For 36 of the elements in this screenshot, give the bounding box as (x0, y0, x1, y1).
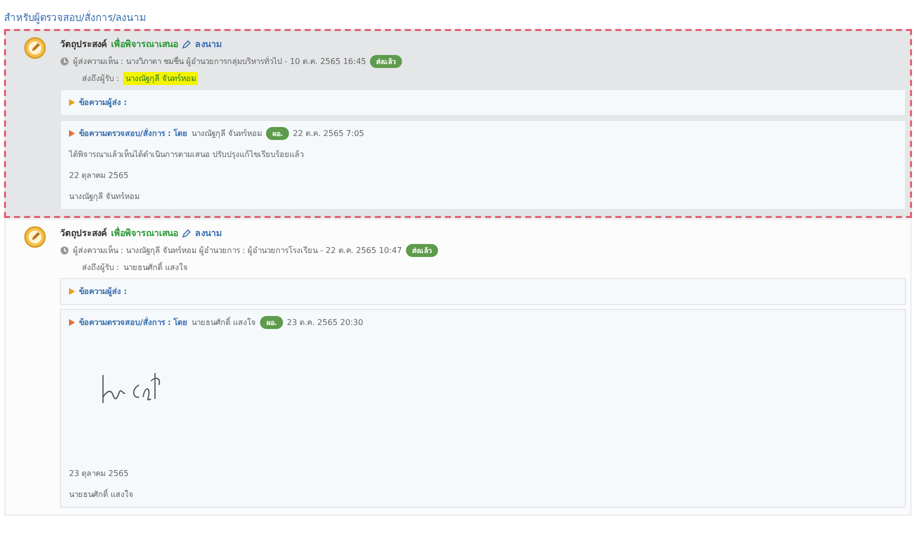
message-line: นายธนศักดิ์ แสงใจ (69, 488, 134, 501)
reply-label: ข้อความตรวจสอบ/สั่งการ : โดย (79, 316, 188, 329)
message-line: นางณัฐกุลี จันทร์หอม (69, 190, 140, 203)
sender-info: ผู้ส่งความเห็น : นางณัฐกุลี จันทร์หอม ผู้อำนวยการ : ผู้อำนวยการโรงเรียน - 22 ต.ค. 2565 10:47 (73, 244, 402, 257)
message-line: ได้พิจารณาแล้วเห็นได้ดำเนินการตามเสนอ ปรับปรุงแก้ไขเรียบร้อยแล้ว (69, 148, 304, 161)
expand-icon[interactable] (69, 99, 75, 106)
purpose-label: วัตถุประสงค์ (60, 38, 107, 51)
purpose-label: วัตถุประสงค์ (60, 226, 107, 240)
reply-author: นางณัฐกุลี จันทร์หอม (192, 128, 262, 140)
sender-message-label: ข้อความผู้ส่ง : (79, 286, 127, 298)
reply-time: 23 ต.ค. 2565 20:30 (286, 317, 364, 329)
purpose-text: เพื่อพิจารณาเสนอ (111, 37, 178, 51)
purpose-text: เพื่อพิจารณาเสนอ (111, 226, 178, 240)
message-line: 23 ตุลาคม 2565 (69, 468, 129, 480)
clock-icon (60, 246, 69, 255)
reply-author: นายธนศักดิ์ แสงใจ (192, 316, 256, 329)
recipient-label: ส่งถึงผู้รับ : (82, 262, 120, 274)
sender-message-label: ข้อความผู้ส่ง : (79, 97, 127, 109)
edit-icon (24, 226, 46, 248)
reply-time: 22 ต.ค. 2565 7:05 (292, 128, 364, 140)
edit-icon (24, 37, 46, 59)
action-link[interactable]: ลงนาม (195, 37, 222, 51)
edit-icon (182, 40, 191, 48)
clock-icon (60, 57, 69, 66)
action-link[interactable]: ลงนาม (195, 226, 222, 240)
expand-icon[interactable] (69, 319, 75, 326)
expand-icon[interactable] (69, 288, 75, 295)
sender-info: ผู้ส่งความเห็น : นางวิภาดา ชมชื่น ผู้อำนวยการกลุ่มบริหารทั่วไป - 10 ต.ค. 2565 16:45 (73, 55, 366, 68)
recipient-label: ส่งถึงผู้รับ : (82, 73, 120, 85)
section-title: สำหรับผู้ตรวจสอบ/สั่งการ/ลงนาม (4, 13, 147, 24)
expand-icon[interactable] (69, 130, 75, 137)
edit-icon (182, 228, 191, 238)
recipient-name: นายธนศักดิ์ แสงใจ (123, 261, 188, 274)
recipient-name: นางณัฐกุลี จันทร์หอม (123, 72, 198, 85)
message-line: 22 ตุลาคม 2565 (69, 170, 129, 182)
reply-label: ข้อความตรวจสอบ/สั่งการ : โดย (79, 127, 188, 140)
